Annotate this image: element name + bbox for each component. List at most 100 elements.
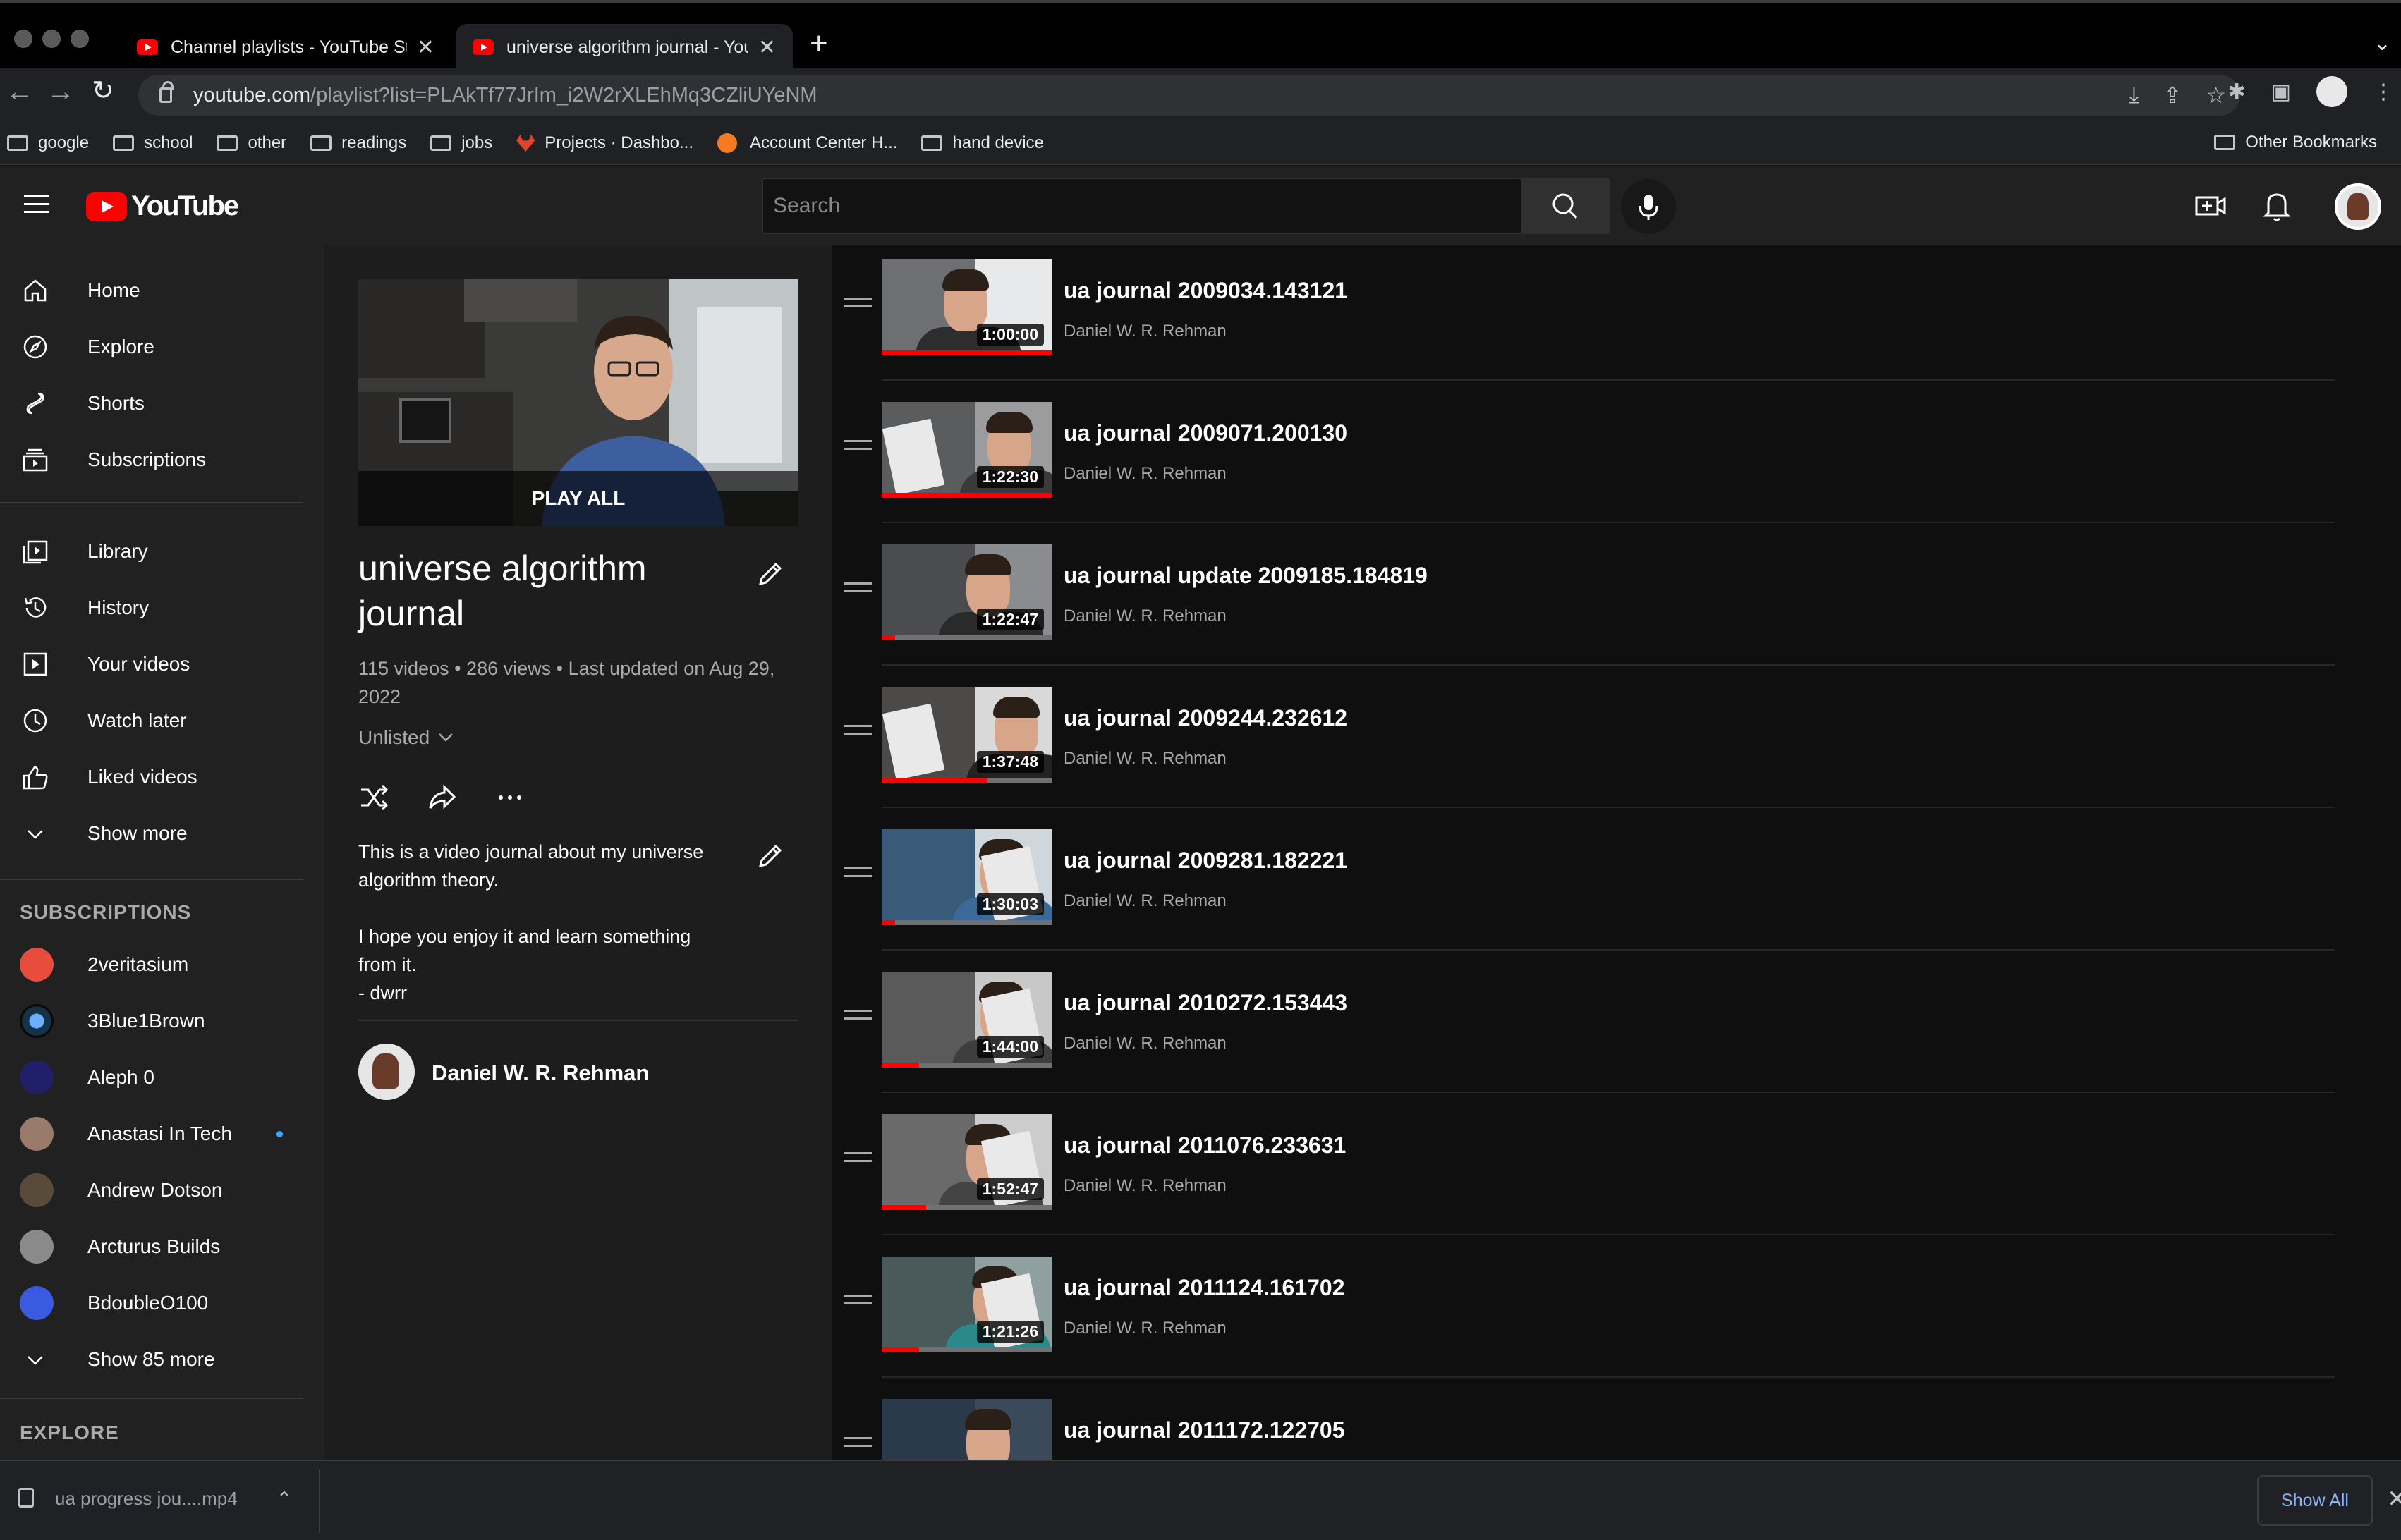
play-all-button[interactable]: PLAY ALL — [358, 471, 798, 526]
playlist-video-row[interactable]: 1:21:26 ua journal 2011124.161702 Daniel W… — [832, 1235, 2335, 1378]
sidebar-item-home[interactable]: Home — [0, 262, 303, 319]
playlist-video-row[interactable]: 1:30:03 ua journal 2009281.182221 Daniel W… — [832, 808, 2335, 951]
subscription-bdoubleo100[interactable]: BdoubleO100 — [0, 1275, 303, 1331]
playlist-video-row[interactable]: 1:22:47 ua journal update 2009185.184819 D… — [832, 523, 2335, 666]
sidebar-item-subscriptions[interactable]: Subscriptions — [0, 432, 303, 488]
tab-close-icon[interactable]: ✕ — [417, 35, 434, 60]
menu-hamburger-icon[interactable] — [24, 195, 49, 213]
sidebar-item-liked-videos[interactable]: Liked videos — [0, 749, 303, 805]
search-button[interactable] — [1522, 178, 1610, 234]
video-channel[interactable]: Daniel W. R. Rehman — [1064, 1319, 1227, 1338]
side-panel-icon[interactable]: ▣ — [2271, 80, 2291, 104]
video-thumbnail[interactable]: 1:30:03 — [882, 829, 1052, 925]
video-title[interactable]: ua journal 2009034.143121 — [1064, 278, 1347, 304]
bookmark-projects[interactable]: Projects · Dashbo... — [516, 133, 693, 153]
drag-handle-icon[interactable] — [844, 1437, 872, 1447]
video-channel[interactable]: Daniel W. R. Rehman — [1064, 464, 1227, 484]
video-title[interactable]: ua journal update 2009185.184819 — [1064, 563, 1428, 589]
drag-handle-icon[interactable] — [844, 1010, 872, 1020]
more-options-icon[interactable] — [494, 781, 526, 814]
chevron-up-icon[interactable]: ⌃ — [276, 1488, 292, 1510]
bookmark-google[interactable]: google — [7, 133, 89, 153]
subscription-3blue1brown[interactable]: 3Blue1Brown — [0, 993, 303, 1049]
back-arrow-icon[interactable]: ← — [6, 78, 34, 106]
drag-handle-icon[interactable] — [844, 1295, 872, 1304]
other-bookmarks[interactable]: Other Bookmarks — [2214, 133, 2377, 152]
sidebar-item-show-more[interactable]: Show more — [0, 805, 303, 862]
drag-handle-icon[interactable] — [844, 440, 872, 450]
install-app-icon[interactable]: ⤓ — [2129, 82, 2139, 109]
video-title[interactable]: ua journal 2011172.122705 — [1064, 1417, 1345, 1443]
subscription-2veritasium[interactable]: 2veritasium — [0, 936, 303, 993]
video-thumbnail[interactable]: 1:52:47 — [882, 1114, 1052, 1210]
close-shelf-icon[interactable]: ✕ — [2387, 1485, 2401, 1513]
playlist-video-row[interactable]: 1:37:48 ua journal 2009244.232612 Daniel W… — [832, 666, 2335, 808]
notifications-button[interactable] — [2261, 189, 2292, 226]
share-icon[interactable] — [426, 781, 458, 814]
drag-handle-icon[interactable] — [844, 582, 872, 592]
profile-avatar[interactable] — [2316, 76, 2347, 107]
video-thumbnail[interactable]: 1:21:26 — [882, 1257, 1052, 1352]
youtube-logo[interactable]: YouTube — [86, 190, 239, 222]
video-channel[interactable]: Daniel W. R. Rehman — [1064, 322, 1227, 341]
video-thumbnail[interactable]: 1:44:00 — [882, 972, 1052, 1068]
download-filename[interactable]: ua progress jou....mp4 — [55, 1488, 238, 1510]
video-channel[interactable]: Daniel W. R. Rehman — [1064, 1034, 1227, 1053]
bookmark-hand-device[interactable]: hand device — [921, 133, 1044, 153]
sidebar-item-watch-later[interactable]: Watch later — [0, 692, 303, 749]
sidebar-item-library[interactable]: Library — [0, 523, 303, 580]
video-channel[interactable]: Daniel W. R. Rehman — [1064, 891, 1227, 911]
edit-title-pencil-icon[interactable] — [755, 558, 786, 589]
create-video-button[interactable] — [2194, 189, 2227, 226]
edit-description-pencil-icon[interactable] — [755, 841, 786, 872]
extensions-puzzle-icon[interactable]: ✱ — [2228, 80, 2246, 104]
sidebar-item-show-more-subscriptions[interactable]: Show 85 more — [0, 1331, 303, 1388]
drag-handle-icon[interactable] — [844, 725, 872, 735]
shuffle-icon[interactable] — [358, 781, 391, 814]
voice-search-button[interactable] — [1621, 179, 1676, 234]
chrome-menu-icon[interactable]: ⋮ — [2373, 80, 2394, 104]
reload-icon[interactable]: ↻ — [92, 78, 114, 104]
window-zoom-dot[interactable] — [71, 30, 89, 48]
sidebar-item-history[interactable]: History — [0, 580, 303, 636]
bookmark-jobs[interactable]: jobs — [430, 133, 492, 153]
bookmark-readings[interactable]: readings — [310, 133, 406, 153]
video-thumbnail[interactable] — [882, 1399, 1052, 1460]
playlist-video-row[interactable]: 1:44:00 ua journal 2010272.153443 Daniel W… — [832, 951, 2335, 1093]
account-avatar[interactable] — [2335, 183, 2381, 230]
sidebar-item-explore[interactable]: Explore — [0, 319, 303, 375]
video-title[interactable]: ua journal 2010272.153443 — [1064, 990, 1347, 1016]
subscription-aleph-0[interactable]: Aleph 0 — [0, 1049, 303, 1106]
playlist-owner-name[interactable]: Daniel W. R. Rehman — [432, 1061, 649, 1086]
video-title[interactable]: ua journal 2011124.161702 — [1064, 1275, 1345, 1301]
playlist-video-row[interactable]: ua journal 2011172.122705 — [832, 1378, 2335, 1460]
drag-handle-icon[interactable] — [844, 298, 872, 307]
bookmark-star-icon[interactable]: ☆ — [2206, 82, 2226, 109]
privacy-dropdown[interactable]: Unlisted — [358, 726, 456, 749]
drag-handle-icon[interactable] — [844, 1152, 872, 1162]
show-all-downloads-button[interactable]: Show All — [2257, 1475, 2373, 1526]
video-thumbnail[interactable]: 1:22:47 — [882, 544, 1052, 640]
video-thumbnail[interactable]: 1:37:48 — [882, 687, 1052, 783]
forward-arrow-icon[interactable]: → — [47, 78, 75, 106]
share-icon[interactable]: ⇪ — [2163, 82, 2182, 109]
sidebar-item-shorts[interactable]: Shorts — [0, 375, 303, 432]
video-title[interactable]: ua journal 2011076.233631 — [1064, 1132, 1346, 1159]
subscription-anastasi-in-tech[interactable]: Anastasi In Tech — [0, 1106, 303, 1162]
playlist-video-row[interactable]: 1:00:00 ua journal 2009034.143121 Daniel W… — [832, 245, 2335, 381]
window-minimize-dot[interactable] — [42, 30, 61, 48]
browser-tab-studio[interactable]: Channel playlists - YouTube Studio ✕ — [120, 24, 451, 71]
video-title[interactable]: ua journal 2009244.232612 — [1064, 705, 1347, 731]
video-channel[interactable]: Daniel W. R. Rehman — [1064, 749, 1227, 769]
bookmark-other[interactable]: other — [217, 133, 286, 153]
bookmark-account-center[interactable]: Account Center H... — [717, 133, 897, 153]
tab-search-chevron-icon[interactable]: ⌄ — [2373, 31, 2391, 56]
new-tab-button[interactable]: + — [810, 28, 828, 59]
search-input[interactable]: Search — [762, 178, 1522, 234]
subscription-arcturus-builds[interactable]: Arcturus Builds — [0, 1218, 303, 1275]
drag-handle-icon[interactable] — [844, 867, 872, 877]
subscription-andrew-dotson[interactable]: Andrew Dotson — [0, 1162, 303, 1218]
bookmark-school[interactable]: school — [113, 133, 193, 153]
video-title[interactable]: ua journal 2009281.182221 — [1064, 848, 1347, 874]
owner-avatar[interactable] — [358, 1044, 415, 1100]
